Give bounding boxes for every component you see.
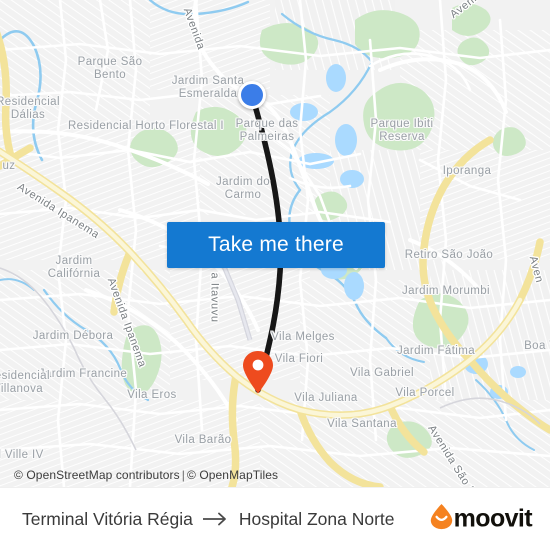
attribution-separator: | — [181, 468, 185, 482]
arrow-right-icon — [202, 512, 229, 526]
route-footer-bar: Terminal Vitória Régia Hospital Zona Nor… — [0, 487, 550, 550]
openmaptiles-attribution-link[interactable]: © OpenMapTiles — [187, 468, 278, 482]
moovit-logo[interactable]: moovit — [430, 504, 533, 535]
destination-marker[interactable] — [241, 350, 275, 394]
destination-pin-icon — [243, 351, 273, 394]
route-summary: Terminal Vitória Régia Hospital Zona Nor… — [22, 509, 395, 530]
moovit-route-map-screen: Parque São Bento Residencial Dálias Reside… — [0, 0, 550, 550]
openstreetmap-attribution-link[interactable]: © OpenStreetMap contributors — [14, 468, 180, 482]
origin-stop-label: Terminal Vitória Régia — [22, 508, 193, 529]
moovit-pin-smile-icon — [430, 504, 453, 535]
origin-marker[interactable] — [238, 81, 266, 109]
take-me-there-button[interactable]: Take me there — [167, 222, 385, 268]
map-canvas[interactable]: Parque São Bento Residencial Dálias Reside… — [0, 0, 550, 487]
moovit-wordmark: moovit — [453, 504, 533, 533]
destination-stop-label: Hospital Zona Norte — [238, 508, 395, 529]
map-attribution: © OpenStreetMap contributors | © OpenMapTi… — [14, 468, 278, 482]
